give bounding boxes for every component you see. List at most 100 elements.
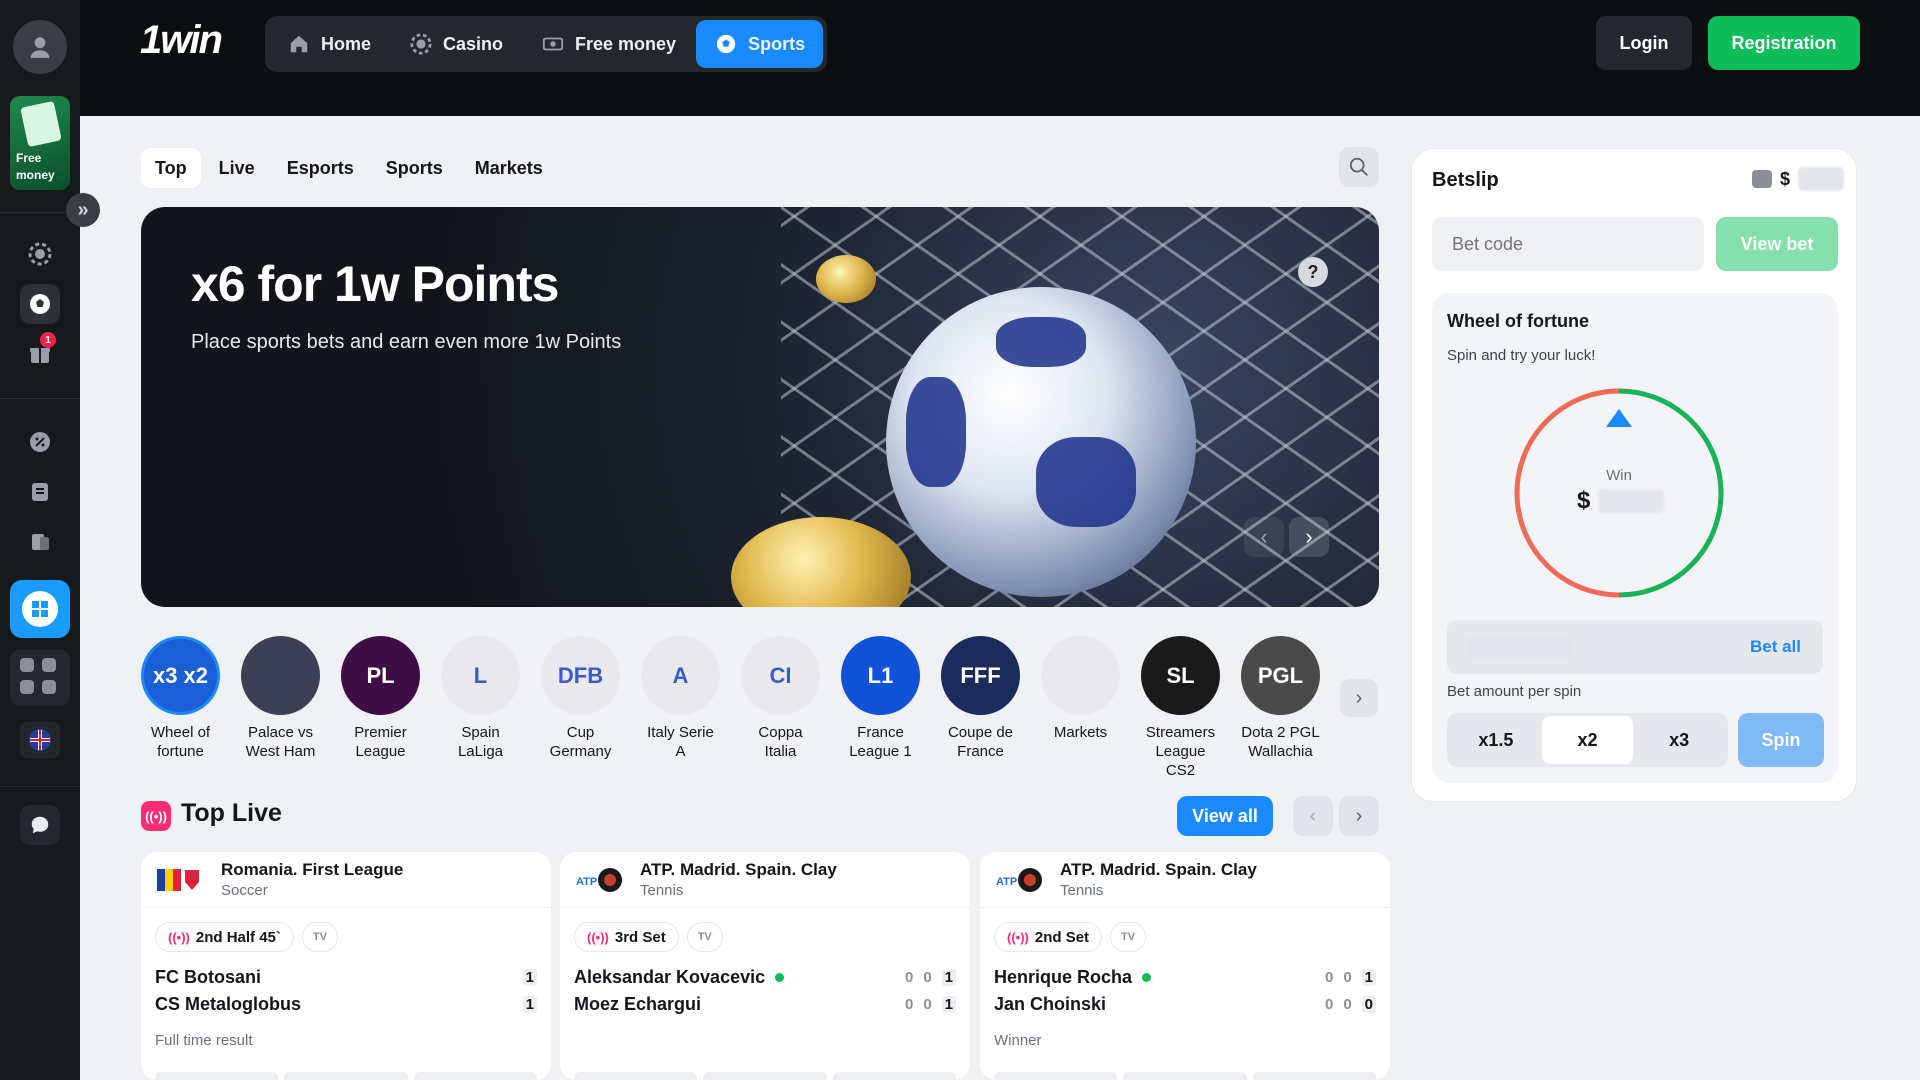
category-label: Coppa Italia <box>758 724 803 760</box>
category-item[interactable]: PL Premier League <box>341 636 420 780</box>
expand-sidebar-button[interactable]: » <box>66 193 100 227</box>
tv-icon[interactable]: TV <box>1110 922 1147 952</box>
telegram-icon[interactable] <box>42 658 56 672</box>
category-label: Coupe de France <box>947 724 1014 760</box>
document-icon[interactable] <box>20 472 60 512</box>
categories-next-button[interactable]: › <box>1340 679 1378 717</box>
social-links <box>10 650 70 706</box>
category-label: Italy Serie A <box>647 724 714 760</box>
category-logo-icon: DFB <box>541 636 620 715</box>
free-money-promo[interactable]: Free money <box>10 96 70 190</box>
odds-button[interactable] <box>574 1072 698 1080</box>
team-row: FC Botosani 1 <box>155 964 537 991</box>
profile-avatar[interactable] <box>13 20 67 74</box>
odds-button[interactable] <box>703 1072 827 1080</box>
category-item[interactable]: FFF Coupe de France <box>941 636 1020 780</box>
score-set: 0 <box>1343 969 1352 986</box>
category-item[interactable]: x3 x2 Wheel of fortune <box>141 636 220 780</box>
casino-chip-icon[interactable] <box>20 234 60 274</box>
category-item[interactable]: SL Streamers League CS2 <box>1141 636 1220 780</box>
live-match-card[interactable]: ATP ATP. Madrid. Spain. Clay Tennis ((•)… <box>980 852 1390 1080</box>
banner-prev-button[interactable]: ‹ <box>1244 517 1284 557</box>
tab-markets[interactable]: Markets <box>461 148 557 188</box>
nav-sports-label: Sports <box>748 33 806 54</box>
atp-logo-icon: ATP <box>994 865 1050 895</box>
nav-home-label: Home <box>321 33 372 54</box>
match-status-pill: ((•)) 3rd Set <box>574 922 679 952</box>
wallet-icon <box>1752 170 1772 188</box>
bet-code-input[interactable] <box>1432 217 1704 271</box>
category-item[interactable]: DFB Cup Germany <box>541 636 620 780</box>
odds-button[interactable] <box>284 1072 408 1080</box>
score-set: 0 <box>1324 969 1334 986</box>
nav-free-money[interactable]: Free money <box>523 20 694 68</box>
category-item[interactable]: L Spain LaLiga <box>441 636 520 780</box>
coin-image <box>816 255 876 303</box>
tv-icon[interactable]: TV <box>686 922 723 952</box>
odds-button[interactable] <box>994 1072 1118 1080</box>
tab-esports[interactable]: Esports <box>273 148 368 188</box>
multiplier-x1-5[interactable]: x1.5 <box>1450 716 1542 764</box>
category-item[interactable]: CI Coppa Italia <box>741 636 820 780</box>
banner-next-button[interactable]: › <box>1289 517 1329 557</box>
help-icon[interactable]: ? <box>1298 257 1328 287</box>
team-name: Aleksandar Kovacevic <box>574 967 766 987</box>
search-button[interactable] <box>1339 147 1379 187</box>
category-item[interactable]: PGL Dota 2 PGL Wallachia <box>1241 636 1320 780</box>
category-item[interactable]: Palace vs West Ham <box>241 636 320 780</box>
poker-cards-icon[interactable] <box>20 522 60 562</box>
login-button[interactable]: Login <box>1596 16 1692 70</box>
soccer-ball-icon[interactable] <box>20 284 60 324</box>
live-match-card[interactable]: Romania. First League Soccer ((•)) 2nd Ha… <box>141 852 551 1080</box>
tab-top[interactable]: Top <box>141 148 201 188</box>
multiplier-x3[interactable]: x3 <box>1633 716 1725 764</box>
nav-sports[interactable]: Sports <box>696 20 824 68</box>
tv-icon[interactable]: TV <box>301 922 338 952</box>
soccer-ball-image <box>886 287 1196 597</box>
category-item[interactable]: A Italy Serie A <box>641 636 720 780</box>
odds-button[interactable] <box>1252 1072 1376 1080</box>
promo-banner[interactable]: x6 for 1w Points Place sports bets and e… <box>141 207 1379 607</box>
whatsapp-icon[interactable] <box>20 658 34 672</box>
windows-app-button[interactable] <box>10 580 70 638</box>
betslip-title: Betslip <box>1432 169 1499 191</box>
live-match-card[interactable]: ATP ATP. Madrid. Spain. Clay Tennis ((•)… <box>560 852 970 1080</box>
category-item[interactable]: Markets <box>1041 636 1120 780</box>
bet-all-button[interactable]: Bet all <box>1750 637 1801 657</box>
view-all-button[interactable]: View all <box>1177 796 1273 836</box>
nav-free-money-label: Free money <box>575 33 677 54</box>
category-logo-icon: PGL <box>1241 636 1320 715</box>
promo-percent-icon[interactable] <box>20 422 60 462</box>
site-logo[interactable]: 1win <box>140 18 223 63</box>
more-icon[interactable] <box>42 680 56 694</box>
view-bet-button[interactable]: View bet <box>1716 217 1838 271</box>
support-chat-icon[interactable] <box>20 805 60 845</box>
serving-indicator <box>775 973 785 982</box>
multiplier-x2[interactable]: x2 <box>1541 716 1634 764</box>
score-set: 0 <box>923 969 932 986</box>
match-status: 2nd Set <box>1034 928 1090 946</box>
team-row: Moez Echargui 001 <box>574 991 956 1018</box>
soccer-ball-icon <box>714 32 738 56</box>
fortune-wheel[interactable]: Win $ <box>1513 387 1725 599</box>
language-flag-icon[interactable] <box>20 722 60 758</box>
nav-home[interactable]: Home <box>269 20 389 68</box>
odds-button[interactable] <box>155 1072 279 1080</box>
team-row: Aleksandar Kovacevic 001 <box>574 964 956 991</box>
registration-button[interactable]: Registration <box>1708 16 1860 70</box>
odds-button[interactable] <box>413 1072 537 1080</box>
category-logo-icon: L <box>441 636 520 715</box>
team-name: CS Metaloglobus <box>155 994 302 1014</box>
category-item[interactable]: L1 France League 1 <box>841 636 920 780</box>
bet-amount-field[interactable]: Bet all <box>1447 620 1823 674</box>
spin-button[interactable]: Spin <box>1738 713 1824 767</box>
windows-icon <box>22 591 58 627</box>
odds-button[interactable] <box>1123 1072 1247 1080</box>
instagram-icon[interactable] <box>20 680 34 694</box>
tab-sports[interactable]: Sports <box>372 148 457 188</box>
odds-button[interactable] <box>832 1072 956 1080</box>
tab-live[interactable]: Live <box>205 148 269 188</box>
top-live-next-button[interactable]: › <box>1339 796 1379 836</box>
nav-casino[interactable]: Casino <box>391 20 521 68</box>
top-live-prev-button[interactable]: ‹ <box>1293 796 1333 836</box>
